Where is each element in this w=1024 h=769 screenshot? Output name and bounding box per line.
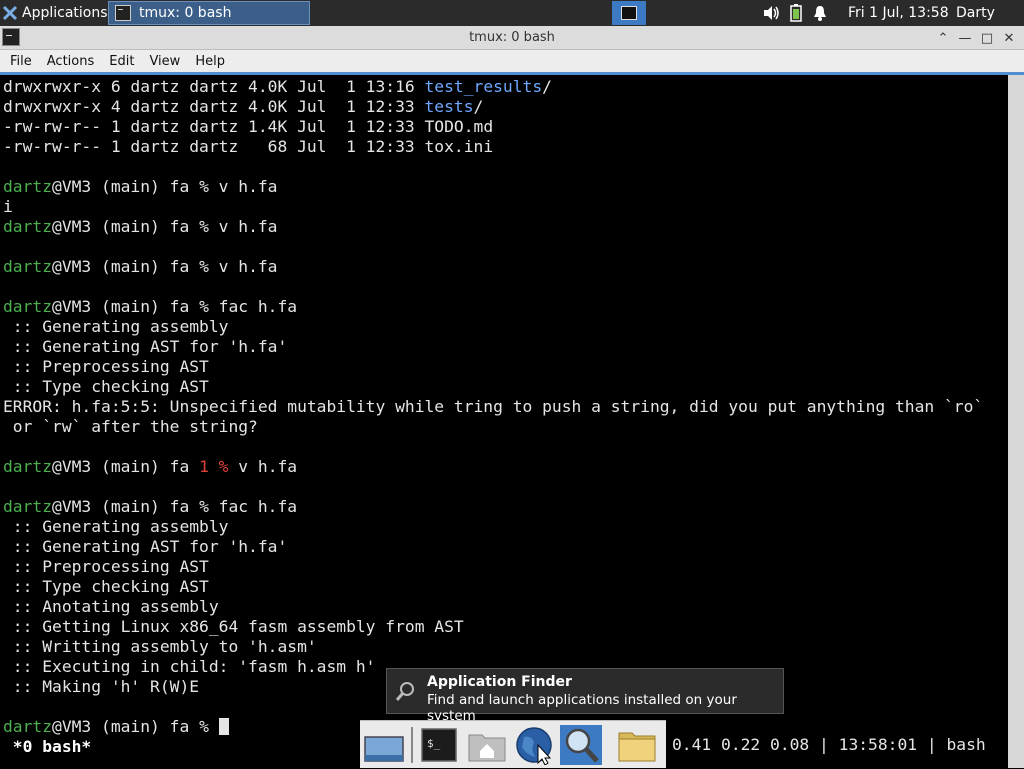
menu-edit[interactable]: Edit — [104, 54, 139, 69]
xfce-icon — [2, 5, 18, 21]
prompt-line: dartz@VM3 (main) fa 1 % v h.fa — [3, 457, 298, 476]
menu-help[interactable]: Help — [190, 54, 230, 69]
svg-text:$_: $_ — [427, 737, 441, 750]
ls-line: -rw-rw-r-- 1 dartz dartz 1.4K Jul 1 12:3… — [3, 117, 494, 136]
show-desktop-icon — [364, 736, 404, 762]
roll-up-button[interactable]: ⌃ — [932, 31, 954, 46]
workspace-button[interactable] — [612, 1, 646, 25]
taskbar-item-label: tmux: 0 bash — [139, 5, 232, 21]
clock[interactable]: Fri 1 Jul, 13:58 — [848, 0, 949, 26]
close-button[interactable]: ✕ — [998, 31, 1020, 46]
output-line: :: Making 'h' R(W)E — [3, 677, 200, 696]
terminal-output[interactable]: drwxrwxr-x 6 dartz dartz 4.0K Jul 1 13:1… — [0, 72, 1008, 768]
output-line: :: Type checking AST — [3, 377, 209, 396]
prompt-line: dartz@VM3 (main) fa % v h.fa — [3, 257, 278, 276]
ls-line: drwxrwxr-x 6 dartz dartz 4.0K Jul 1 13:1… — [3, 77, 552, 96]
terminal-launcher[interactable]: $_ — [418, 725, 460, 765]
output-line: :: Getting Linux x86_64 fasm assembly fr… — [3, 617, 464, 636]
ls-line: drwxrwxr-x 4 dartz dartz 4.0K Jul 1 12:3… — [3, 97, 484, 116]
applications-label: Applications — [22, 5, 108, 21]
show-desktop-button[interactable] — [363, 725, 405, 765]
terminal-window-icon — [621, 6, 637, 20]
search-icon — [395, 682, 414, 701]
prompt-line: dartz@VM3 (main) fa % fac h.fa — [3, 297, 298, 316]
dock-panel: $_ — [360, 720, 666, 768]
window-title: tmux: 0 bash — [469, 30, 555, 45]
prompt-line: dartz@VM3 (main) fa % v h.fa — [3, 177, 278, 196]
prompt-line: dartz@VM3 (main) fa % fac h.fa — [3, 497, 298, 516]
terminal-icon — [115, 5, 131, 21]
error-line: ERROR: h.fa:5:5: Unspecified mutability … — [3, 397, 984, 416]
menu-file[interactable]: File — [5, 54, 37, 69]
volume-icon[interactable] — [762, 5, 780, 21]
output-line: :: Generating AST for 'h.fa' — [3, 337, 288, 356]
top-panel: Applications tmux: 0 bash Fri 1 Jul, 13:… — [0, 0, 1024, 47]
notification-bell-icon[interactable] — [812, 5, 828, 21]
menu-view[interactable]: View — [144, 54, 185, 69]
prompt-line[interactable]: dartz@VM3 (main) fa % — [3, 717, 229, 737]
output-line: :: Preprocessing AST — [3, 557, 209, 576]
output-line: :: Generating assembly — [3, 317, 229, 336]
web-browser-launcher[interactable] — [514, 725, 556, 766]
home-folder-icon — [468, 734, 506, 762]
tmux-status-right: 0.41 0.22 0.08 | 13:58:01 | bash — [672, 735, 986, 754]
terminal-scrollbar[interactable] — [1008, 72, 1024, 768]
output-line: :: Executing in child: 'fasm h.asm h' — [3, 657, 376, 676]
app-finder-launcher[interactable] — [560, 725, 602, 765]
output-line: :: Anotating assembly — [3, 597, 219, 616]
output-line: :: Writting assembly to 'h.asm' — [3, 637, 317, 656]
terminal-icon: $_ — [421, 728, 457, 762]
output-line: :: Type checking AST — [3, 577, 209, 596]
search-icon — [565, 728, 599, 763]
tooltip-title: Application Finder — [427, 674, 572, 690]
menu-bar: File Actions Edit View Help — [0, 50, 1024, 72]
prompt-line: dartz@VM3 (main) fa % v h.fa — [3, 217, 278, 236]
maximize-button[interactable]: □ — [976, 31, 998, 46]
folder-icon — [618, 732, 656, 762]
globe-icon — [516, 727, 552, 766]
home-folder-launcher[interactable] — [466, 725, 508, 765]
applications-menu[interactable]: Applications — [0, 0, 108, 26]
output-line: :: Generating assembly — [3, 517, 229, 536]
text-cursor — [218, 718, 229, 735]
output-line: :: Generating AST for 'h.fa' — [3, 537, 288, 556]
window-titlebar[interactable]: tmux: 0 bash ⌃ — □ ✕ — [0, 26, 1024, 50]
files-launcher[interactable] — [616, 725, 658, 765]
tmux-status-window-list[interactable]: *0 bash* — [3, 737, 91, 757]
minimize-button[interactable]: — — [954, 31, 976, 46]
output-line: :: Preprocessing AST — [3, 357, 209, 376]
battery-icon[interactable] — [790, 4, 802, 22]
system-tray — [762, 0, 838, 26]
dock-separator — [411, 727, 413, 763]
user-menu[interactable]: Darty uwu — [956, 0, 1024, 47]
menu-actions[interactable]: Actions — [42, 54, 100, 69]
taskbar-item-tmux[interactable]: tmux: 0 bash — [108, 1, 310, 25]
window-controls: ⌃ — □ ✕ — [932, 26, 1020, 50]
error-line: or `rw` after the string? — [3, 417, 258, 436]
output-line: i — [3, 197, 13, 216]
app-finder-tooltip: Application Finder Find and launch appli… — [386, 668, 784, 724]
ls-line: -rw-rw-r-- 1 dartz dartz 68 Jul 1 12:33 … — [3, 137, 494, 156]
